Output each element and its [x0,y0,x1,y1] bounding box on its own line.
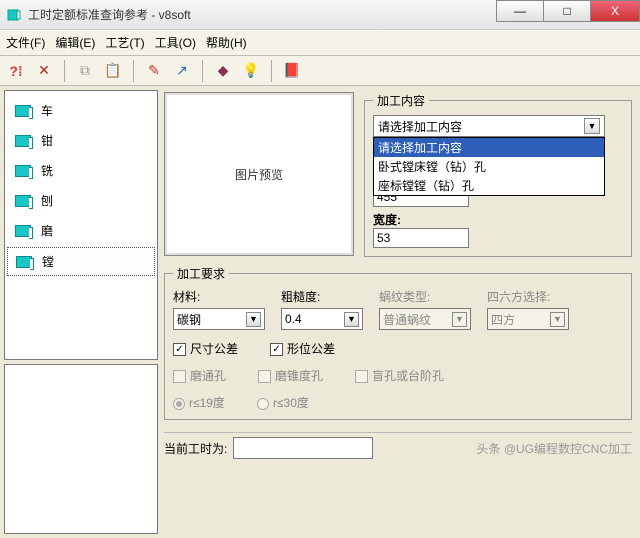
nav-tree: 车 钳 铣 刨 磨 镗 [4,90,158,360]
tune-icon[interactable]: ↗ [170,59,194,83]
image-preview: 图片预览 [164,92,354,256]
help-icon[interactable]: ?⁞ [4,59,28,83]
checkbox-label: 磨锥度孔 [275,369,323,383]
current-time-label: 当前工时为: [164,440,227,457]
watermark-text: 头条 @UG编程数控CNC加工 [476,440,632,457]
window-title: 工时定额标准查询参考 - v8soft [28,6,496,23]
r30-radio: r≤30度 [257,394,309,411]
nav-item-mill[interactable]: 铣 [7,157,155,184]
bulb-icon[interactable]: 💡 [239,59,263,83]
combo-value: 请选择加工内容 [378,118,462,135]
roughness-combo[interactable]: 0.4 ▼ [281,308,363,330]
nav-item-lathe[interactable]: 车 [7,97,155,124]
nav-item-plane[interactable]: 刨 [7,187,155,214]
width-label: 宽度: [373,211,401,228]
separator-icon [202,60,203,82]
nav-label: 刨 [41,192,53,209]
dimension-tolerance-checkbox[interactable]: ✓尺寸公差 [173,340,238,357]
combo-option[interactable]: 卧式镗床镗（钻）孔 [374,157,604,176]
taper-hole-checkbox: 磨锥度孔 [258,367,323,384]
nav-label: 车 [41,102,53,119]
group-legend: 加工要求 [173,265,229,282]
book-icon [16,256,32,268]
blind-hole-checkbox: 盲孔或台阶孔 [355,367,444,384]
checkbox-label: 盲孔或台阶孔 [372,369,444,383]
toolbar: ?⁞ ✕ ⧉ 📋 ✎ ↗ ◆ 💡 📕 [0,56,640,86]
book-icon [15,195,31,207]
nav-item-grind[interactable]: 磨 [7,217,155,244]
paste-icon[interactable]: 📋 [101,59,125,83]
delete-icon[interactable]: ✕ [32,59,56,83]
square-label: 四六方选择: [487,288,569,305]
book-icon [15,135,31,147]
separator-icon [133,60,134,82]
menu-bar: 文件(F) 编辑(E) 工艺(T) 工具(O) 帮助(H) [0,30,640,56]
menu-file[interactable]: 文件(F) [6,34,45,51]
nav-label: 镗 [42,253,54,270]
separator-icon [64,60,65,82]
combo-dropdown: 请选择加工内容 卧式镗床镗（钻）孔 座标镗镗（钻）孔 [373,137,605,196]
nav-label: 铣 [41,162,53,179]
chart-icon[interactable]: 📕 [280,59,304,83]
input-value: 53 [377,231,390,245]
chevron-down-icon: ▼ [550,312,565,327]
nav-item-bench[interactable]: 钳 [7,127,155,154]
chevron-down-icon: ▼ [584,118,600,134]
through-hole-checkbox: 磨通孔 [173,367,226,384]
preview-label: 图片预览 [235,166,283,183]
combo-option[interactable]: 座标镗镗（钻）孔 [374,176,604,195]
chevron-down-icon: ▼ [246,312,261,327]
minimize-button[interactable]: — [496,0,544,22]
menu-help[interactable]: 帮助(H) [206,34,247,51]
info-panel [4,364,158,534]
processing-content-group: 加工内容 请选择加工内容 ▼ 请选择加工内容 卧式镗床镗（钻）孔 座标镗镗（钻）… [364,92,632,257]
width-input[interactable]: 53 [373,228,469,248]
checkbox-label: 形位公差 [287,342,335,356]
r19-radio: r≤19度 [173,394,225,411]
combo-value: 普通蜗纹 [383,311,431,328]
chevron-down-icon: ▼ [452,312,467,327]
square-select-combo: 四方 ▼ [487,308,569,330]
material-label: 材料: [173,288,265,305]
checkbox-label: 磨通孔 [190,369,226,383]
combo-option[interactable]: 请选择加工内容 [374,138,604,157]
checkbox-label: 尺寸公差 [190,342,238,356]
position-tolerance-checkbox[interactable]: ✓形位公差 [270,340,335,357]
thread-label: 蜗纹类型: [379,288,471,305]
processing-content-combo[interactable]: 请选择加工内容 ▼ [373,115,605,137]
thread-type-combo: 普通蜗纹 ▼ [379,308,471,330]
radio-label: r≤30度 [273,396,309,410]
nav-label: 钳 [41,132,53,149]
group-legend: 加工内容 [373,92,429,109]
menu-edit[interactable]: 编辑(E) [55,34,95,51]
menu-tools[interactable]: 工具(O) [155,34,196,51]
processing-requirements-group: 加工要求 材料: 碳钢 ▼ 粗糙度: 0.4 ▼ 蜗纹类型: 普通蜗纹 ▼ 四六方选择… [164,265,632,420]
app-icon [6,7,22,23]
maximize-button[interactable]: □ [543,0,591,22]
title-bar: 工时定额标准查询参考 - v8soft — □ X [0,0,640,30]
book-icon [15,225,31,237]
current-time-input[interactable] [233,437,373,459]
book-icon [15,165,31,177]
menu-craft[interactable]: 工艺(T) [105,34,144,51]
material-combo[interactable]: 碳钢 ▼ [173,308,265,330]
close-button[interactable]: X [590,0,640,22]
roughness-label: 粗糙度: [281,288,363,305]
copy-icon[interactable]: ⧉ [73,59,97,83]
combo-value: 碳钢 [177,311,201,328]
combo-value: 0.4 [285,312,302,326]
wand-icon[interactable]: ✎ [142,59,166,83]
separator-icon [271,60,272,82]
nav-label: 磨 [41,222,53,239]
nav-item-bore[interactable]: 镗 [7,247,155,276]
book-icon[interactable]: ◆ [211,59,235,83]
book-icon [15,105,31,117]
chevron-down-icon: ▼ [344,312,359,327]
radio-label: r≤19度 [189,396,225,410]
combo-value: 四方 [491,311,515,328]
